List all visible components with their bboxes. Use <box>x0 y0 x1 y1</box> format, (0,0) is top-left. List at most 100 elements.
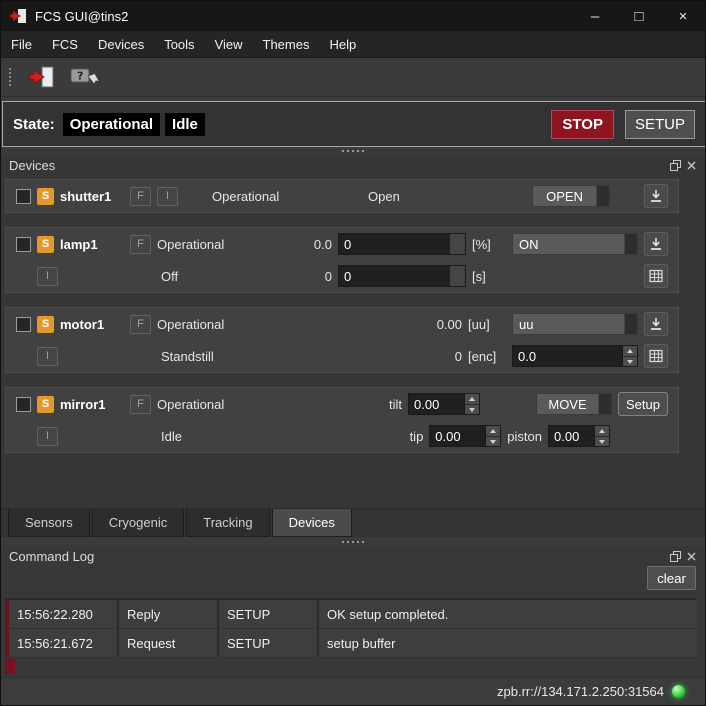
failure-button[interactable]: F <box>130 315 151 334</box>
tilt-field[interactable] <box>409 394 464 414</box>
intensity-readback: 0.0 <box>292 237 332 252</box>
menu-fcs[interactable]: FCS <box>42 31 88 58</box>
lamp-switch-select[interactable]: ON <box>512 233 638 255</box>
log-row[interactable]: 15:56:21.672 Request SETUP setup buffer <box>5 629 697 658</box>
spin-down-button[interactable] <box>465 405 479 415</box>
tip-spinbox[interactable] <box>429 425 501 447</box>
shutter-position: Open <box>368 189 526 204</box>
spin-up-button[interactable] <box>465 394 479 405</box>
state-value-secondary: Idle <box>165 113 205 136</box>
dock-float-icon[interactable] <box>670 551 681 562</box>
piston-field[interactable] <box>549 426 594 446</box>
spin-up-button[interactable] <box>623 346 637 357</box>
combo-drop-strip <box>624 234 637 254</box>
mirror-setup-button[interactable]: Setup <box>618 392 668 416</box>
target-position-field[interactable] <box>513 346 622 366</box>
interlock-button[interactable]: I <box>37 427 58 446</box>
send-command-button[interactable] <box>644 312 668 336</box>
splitter-handle-bottom[interactable] <box>1 537 705 546</box>
menu-devices[interactable]: Devices <box>88 31 154 58</box>
device-row-secondary: I Idle tip piston <box>6 420 678 452</box>
device-substate: Off <box>161 269 286 284</box>
log-command: SETUP <box>219 629 319 657</box>
device-row: S motor1 F Operational 0.00 [uu] uu <box>6 308 678 340</box>
stop-button[interactable]: STOP <box>551 110 614 139</box>
open-button-label: OPEN <box>533 186 596 206</box>
table-view-button[interactable] <box>644 264 668 288</box>
failure-button[interactable]: F <box>130 235 151 254</box>
lamp-switch-value: ON <box>513 234 624 254</box>
interlock-button[interactable]: I <box>37 347 58 366</box>
setup-button[interactable]: SETUP <box>625 110 695 139</box>
tab-sensors[interactable]: Sensors <box>8 509 90 537</box>
device-checkbox[interactable] <box>16 189 31 204</box>
piston-spinbox[interactable] <box>548 425 610 447</box>
maximize-button[interactable]: □ <box>617 1 661 31</box>
menu-tools[interactable]: Tools <box>154 31 204 58</box>
spin-arrows <box>622 346 637 366</box>
menu-file[interactable]: File <box>1 31 42 58</box>
menu-view[interactable]: View <box>205 31 253 58</box>
time-input[interactable] <box>338 265 466 287</box>
spin-down-button[interactable] <box>623 357 637 367</box>
device-substate: Standstill <box>161 349 400 364</box>
app-icon <box>9 8 27 24</box>
device-name: lamp1 <box>60 237 124 252</box>
menu-themes[interactable]: Themes <box>253 31 320 58</box>
spin-down-button[interactable] <box>595 437 609 447</box>
dock-close-icon[interactable] <box>686 551 697 562</box>
log-row[interactable]: 15:56:22.280 Reply SETUP OK setup comple… <box>5 600 697 629</box>
toolbar-drag-handle[interactable] <box>9 76 11 78</box>
intensity-input[interactable] <box>338 233 466 255</box>
help-icon: ? <box>69 65 99 89</box>
dock-float-icon[interactable] <box>670 160 681 171</box>
log-message: setup buffer <box>319 629 697 657</box>
tool-bar: ? <box>1 58 705 97</box>
motor-unit-select[interactable]: uu <box>512 313 638 335</box>
tab-tracking[interactable]: Tracking <box>186 509 269 537</box>
menu-help[interactable]: Help <box>319 31 366 58</box>
interlock-button[interactable]: I <box>157 187 178 206</box>
failure-button[interactable]: F <box>130 395 151 414</box>
devices-dock-title: Devices <box>9 158 665 173</box>
tilt-spinbox[interactable] <box>408 393 480 415</box>
download-icon <box>648 316 664 332</box>
device-checkbox[interactable] <box>16 317 31 332</box>
spin-up-button[interactable] <box>486 426 500 437</box>
spin-down-button[interactable] <box>486 437 500 447</box>
tab-devices[interactable]: Devices <box>272 509 352 537</box>
send-command-button[interactable] <box>644 232 668 256</box>
move-button[interactable]: MOVE <box>536 393 612 415</box>
device-checkbox[interactable] <box>16 397 31 412</box>
table-view-button[interactable] <box>644 344 668 368</box>
device-state: Operational <box>157 397 383 412</box>
exit-icon <box>28 65 56 89</box>
open-action-button[interactable]: OPEN <box>532 185 610 207</box>
tip-field[interactable] <box>430 426 485 446</box>
device-checkbox[interactable] <box>16 237 31 252</box>
spin-up-button[interactable] <box>595 426 609 437</box>
target-position-spinbox[interactable] <box>512 345 638 367</box>
whats-this-button[interactable]: ? <box>67 61 101 93</box>
intensity-input-field[interactable] <box>339 234 450 254</box>
splitter-dots <box>352 150 354 152</box>
splitter-handle-top[interactable] <box>1 147 705 155</box>
tab-cryogenic[interactable]: Cryogenic <box>92 509 185 537</box>
combo-drop-strip <box>624 314 637 334</box>
device-state: Operational <box>157 237 286 252</box>
status-bar: zpb.rr://134.171.2.250:31564 <box>1 677 705 705</box>
log-type: Request <box>119 629 219 657</box>
input-slider-track <box>450 266 465 286</box>
time-input-field[interactable] <box>339 266 450 286</box>
svg-text:?: ? <box>77 70 83 83</box>
clear-log-button[interactable]: clear <box>647 566 696 590</box>
device-name: shutter1 <box>60 189 124 204</box>
exit-button[interactable] <box>25 61 59 93</box>
minimize-button[interactable]: – <box>573 1 617 31</box>
window-title: FCS GUI@tins2 <box>35 9 573 24</box>
failure-button[interactable]: F <box>130 187 151 206</box>
close-button[interactable]: × <box>661 1 705 31</box>
interlock-button[interactable]: I <box>37 267 58 286</box>
dock-close-icon[interactable] <box>686 160 697 171</box>
send-command-button[interactable] <box>644 184 668 208</box>
